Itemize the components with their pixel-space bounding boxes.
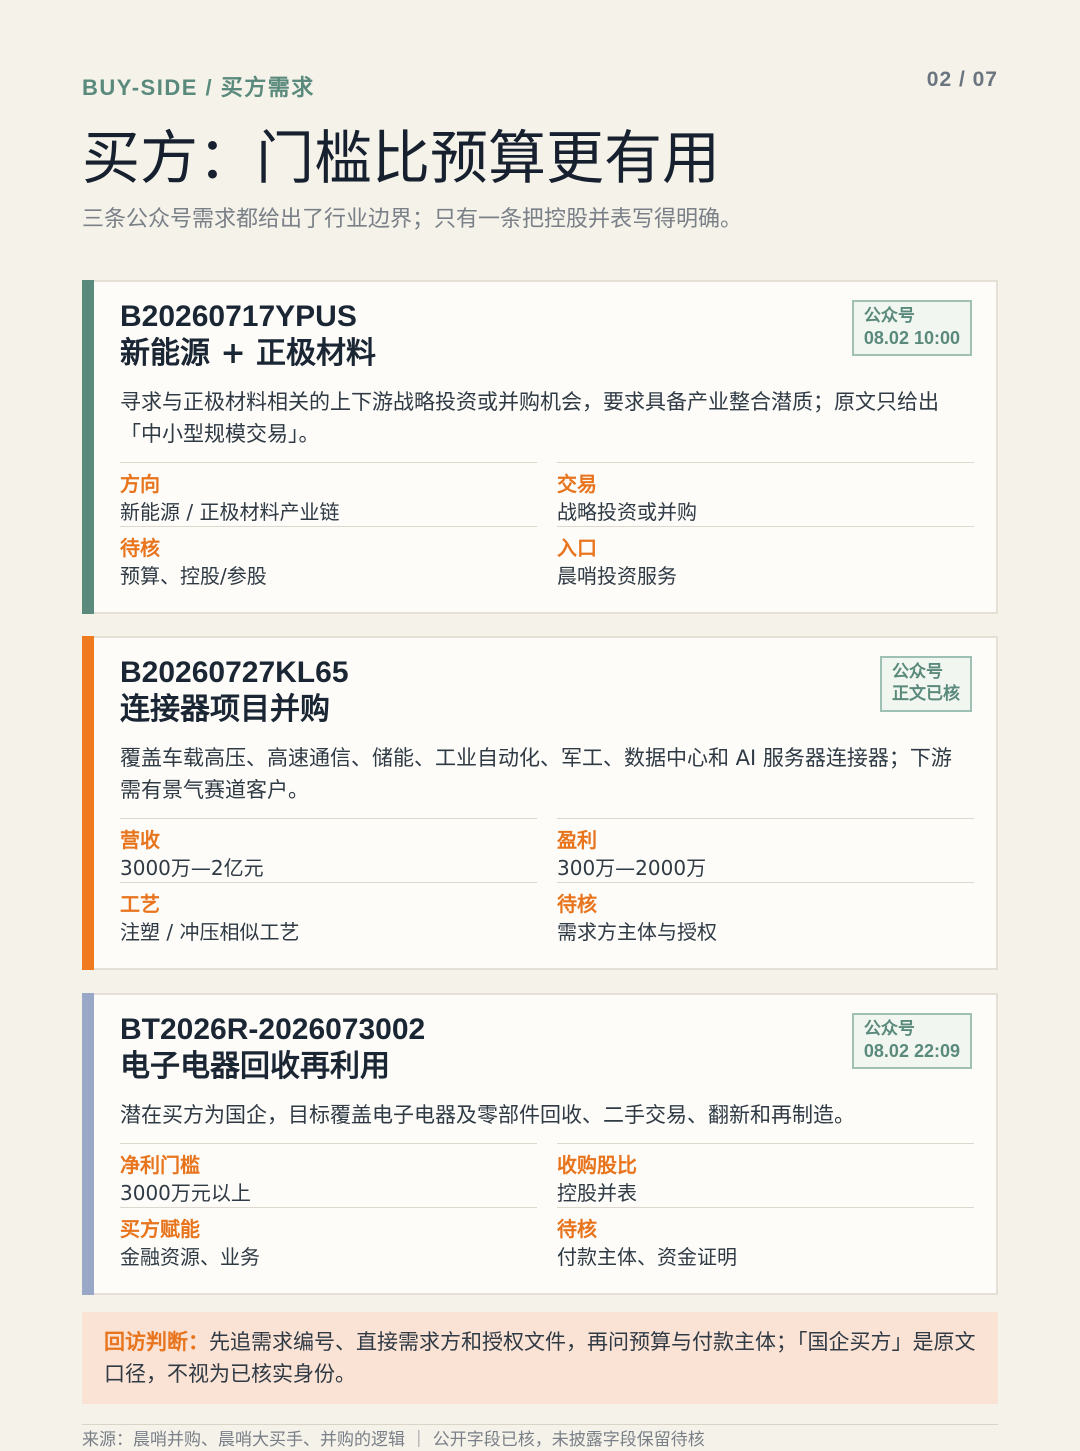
field-grid: 营收 3000万—2亿元 盈利 300万—2000万 工艺 注塑 / 冲压相似工… (120, 818, 974, 946)
field-value: 付款主体、资金证明 (557, 1245, 737, 1269)
card-id: B20260727KL65 (120, 656, 349, 689)
field-label: 工艺 (120, 892, 160, 916)
field-label: 待核 (120, 536, 160, 560)
field-grid: 净利门槛 3000万元以上 收购股比 控股并表 买方赋能 金融资源、业务 待核 … (120, 1143, 974, 1271)
field-value: 晨哨投资服务 (557, 564, 677, 588)
field-cell: 买方赋能 金融资源、业务 (120, 1207, 537, 1271)
card-id: BT2026R-2026073002 (120, 1013, 426, 1046)
field-cell: 净利门槛 3000万元以上 (120, 1143, 537, 1207)
page-indicator: 02 / 07 (926, 68, 998, 91)
buyer-card-1: 公众号 08.02 10:00 B20260717YPUS 新能源 + 正极材料… (82, 280, 998, 614)
field-label: 营收 (120, 828, 160, 852)
field-cell: 入口 晨哨投资服务 (557, 526, 974, 590)
card-accent-bar (82, 280, 94, 614)
card-accent-bar (82, 636, 94, 970)
field-label: 入口 (557, 536, 597, 560)
field-value: 3000万—2亿元 (120, 856, 264, 880)
field-cell: 营收 3000万—2亿元 (120, 818, 537, 882)
field-value: 需求方主体与授权 (557, 920, 717, 944)
card-description: 覆盖车载高压、高速通信、储能、工业自动化、军工、数据中心和 AI 服务器连接器；… (120, 746, 952, 802)
section-kicker: BUY-SIDE / 买方需求 (82, 75, 315, 100)
field-value: 注塑 / 冲压相似工艺 (120, 920, 300, 944)
field-cell: 待核 付款主体、资金证明 (557, 1207, 974, 1271)
field-cell: 工艺 注塑 / 冲压相似工艺 (120, 882, 537, 946)
field-label: 收购股比 (557, 1153, 637, 1177)
field-grid: 方向 新能源 / 正极材料产业链 交易 战略投资或并购 待核 预算、控股/参股 … (120, 462, 974, 590)
field-value: 预算、控股/参股 (120, 564, 267, 588)
buyer-card-2: 公众号 正文已核 B20260727KL65 连接器项目并购 覆盖车载高压、高速… (82, 636, 998, 970)
field-value: 300万—2000万 (557, 856, 707, 880)
card-name: 新能源 + 正极材料 (120, 336, 377, 371)
note-label: 回访判断： (104, 1330, 209, 1354)
field-cell: 待核 需求方主体与授权 (557, 882, 974, 946)
field-value: 新能源 / 正极材料产业链 (120, 500, 340, 524)
card-name: 电子电器回收再利用 (120, 1049, 390, 1084)
field-cell: 盈利 300万—2000万 (557, 818, 974, 882)
field-label: 买方赋能 (120, 1217, 200, 1241)
callout-note: 回访判断：先追需求编号、直接需求方和授权文件，再问预算与付款主体；「国企买方」是… (82, 1312, 998, 1404)
field-value: 战略投资或并购 (557, 500, 697, 524)
card-name: 连接器项目并购 (120, 692, 330, 727)
field-value: 控股并表 (557, 1181, 637, 1205)
card-description: 潜在买方为国企，目标覆盖电子电器及零部件回收、二手交易、翻新和再制造。 (120, 1103, 855, 1127)
field-value: 3000万元以上 (120, 1181, 251, 1205)
buyer-card-3: 公众号 08.02 22:09 BT2026R-2026073002 电子电器回… (82, 993, 998, 1295)
note-text: 先追需求编号、直接需求方和授权文件，再问预算与付款主体；「国企买方」是原文口径，… (104, 1330, 976, 1386)
field-label: 净利门槛 (120, 1153, 200, 1177)
field-cell: 待核 预算、控股/参股 (120, 526, 537, 590)
field-cell: 交易 战略投资或并购 (557, 462, 974, 526)
field-value: 金融资源、业务 (120, 1245, 260, 1269)
card-description: 寻求与正极材料相关的上下游战略投资或并购机会，要求具备产业整合潜质；原文只给出「… (120, 390, 939, 446)
field-cell: 收购股比 控股并表 (557, 1143, 974, 1207)
top-line: BUY-SIDE / 买方需求 02 / 07 (82, 68, 998, 102)
card-accent-bar (82, 993, 94, 1295)
field-label: 待核 (557, 892, 597, 916)
field-label: 盈利 (557, 828, 597, 852)
field-label: 方向 (120, 472, 160, 496)
page-subtitle: 三条公众号需求都给出了行业边界；只有一条把控股并表写得明确。 (82, 207, 743, 232)
field-cell: 方向 新能源 / 正极材料产业链 (120, 462, 537, 526)
field-label: 待核 (557, 1217, 597, 1241)
source-footer: 来源：晨哨并购、晨哨大买手、并购的逻辑 ｜ 公开字段已核，未披露字段保留待核 (82, 1424, 998, 1451)
field-label: 交易 (557, 472, 597, 496)
card-id: B20260717YPUS (120, 300, 357, 333)
page-title: 买方：门槛比预算更有用 (82, 124, 721, 192)
